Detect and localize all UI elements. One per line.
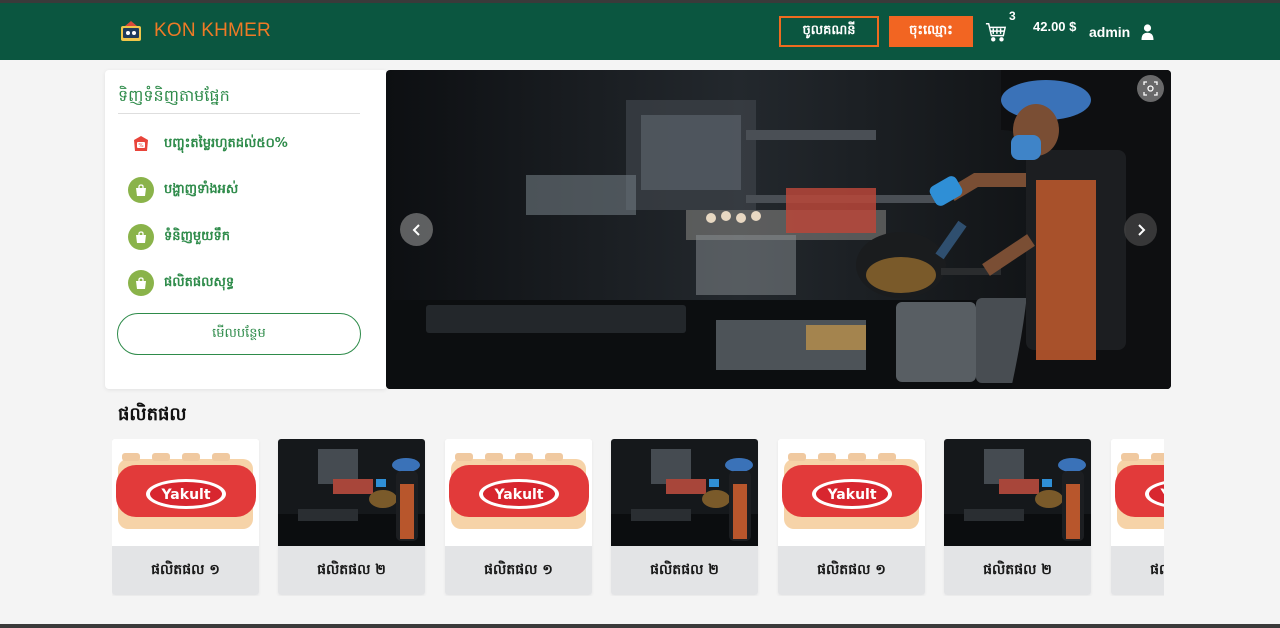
product-image-kitchen bbox=[944, 439, 1091, 546]
cart-icon[interactable] bbox=[985, 21, 1007, 43]
shopping-bag-icon bbox=[128, 177, 154, 203]
category-panel-title: ទិញទំនិញតាមផ្នែក bbox=[118, 86, 230, 105]
product-card[interactable]: ផលិតផល ២ bbox=[278, 439, 425, 595]
product-name: ផលិតផល ២ bbox=[611, 546, 758, 595]
svg-text:Yakult: Yakult bbox=[493, 487, 543, 503]
svg-text:Yakult: Yakult bbox=[160, 487, 210, 503]
shop-logo-icon bbox=[121, 21, 141, 41]
product-name: ផលិតផល ២ bbox=[278, 546, 425, 595]
user-name[interactable]: admin bbox=[1089, 24, 1130, 40]
product-card[interactable]: Yakult ផលិតផល ១ bbox=[445, 439, 592, 595]
product-image-yakult: Yakult bbox=[778, 439, 925, 546]
product-name: ផលិតផល ២ bbox=[944, 546, 1091, 595]
see-more-button[interactable]: មើលបន្ថែម bbox=[117, 313, 361, 355]
product-image-yakult: Yakult bbox=[112, 439, 259, 546]
chevron-left-icon bbox=[412, 223, 420, 236]
category-label: ផលិតផលសុទ្ធ bbox=[164, 274, 235, 290]
category-item-pure[interactable]: ផលិតផលសុទ្ធ bbox=[128, 270, 234, 296]
photo-scan-icon bbox=[1143, 81, 1158, 96]
cart-count-badge: 3 bbox=[1009, 9, 1016, 23]
account-balance: 42.00 $ bbox=[1033, 19, 1077, 34]
product-name: ផលិតផល ១ bbox=[445, 546, 592, 595]
product-name: ផលិតផល ១ bbox=[1111, 546, 1164, 595]
user-icon[interactable] bbox=[1141, 24, 1154, 40]
products-section-title: ផលិតផល bbox=[118, 404, 187, 425]
product-card[interactable]: Yakult ផលិតផល ១ bbox=[778, 439, 925, 595]
chevron-right-icon bbox=[1137, 223, 1145, 236]
category-panel: ទិញទំនិញតាមផ្នែក % បញ្ចុះតម្លៃរហូតដល់៥០%… bbox=[105, 70, 387, 389]
product-card[interactable]: ផលិតផល ២ bbox=[611, 439, 758, 595]
product-carousel: Yakult ផលិតផល ១ ផលិតផល ២ Yakult ផលិតផល ១… bbox=[112, 439, 1164, 596]
product-image-yakult: Yakult bbox=[1111, 439, 1164, 546]
product-name: ផលិតផល ១ bbox=[778, 546, 925, 595]
category-label: បញ្ចុះតម្លៃរហូតដល់៥០% bbox=[164, 135, 288, 151]
category-item-all[interactable]: បង្ហាញទាំងអស់ bbox=[128, 177, 238, 203]
svg-text:Yakult: Yakult bbox=[826, 487, 876, 503]
register-button[interactable]: ចុះឈ្មោះ bbox=[889, 16, 973, 47]
hero-carousel bbox=[386, 70, 1171, 389]
category-label: ទំនិញមួយទឹក bbox=[164, 228, 231, 244]
category-item-single[interactable]: ទំនិញមួយទឹក bbox=[128, 224, 230, 250]
product-card[interactable]: Yakult ផលិតផល ១ bbox=[1111, 439, 1164, 595]
shopping-bag-icon bbox=[128, 270, 154, 296]
svg-text:%: % bbox=[138, 143, 143, 149]
product-card[interactable]: Yakult ផលិតផល ១ bbox=[112, 439, 259, 595]
sale-tag-icon: % bbox=[128, 131, 154, 157]
product-image-kitchen bbox=[278, 439, 425, 546]
bottom-border bbox=[0, 624, 1280, 628]
shopping-bag-icon bbox=[128, 224, 154, 250]
product-name: ផលិតផល ១ bbox=[112, 546, 259, 595]
category-label: បង្ហាញទាំងអស់ bbox=[164, 181, 239, 197]
photo-scan-button[interactable] bbox=[1137, 75, 1164, 102]
product-image-kitchen bbox=[611, 439, 758, 546]
login-button[interactable]: ចូលគណនី bbox=[779, 16, 879, 47]
hero-image bbox=[386, 70, 1171, 389]
product-card[interactable]: ផលិតផល ២ bbox=[944, 439, 1091, 595]
svg-text:Yakult: Yakult bbox=[1159, 487, 1164, 503]
product-image-yakult: Yakult bbox=[445, 439, 592, 546]
brand[interactable]: KON KHMER bbox=[119, 19, 271, 43]
brand-name: KON KHMER bbox=[154, 20, 271, 41]
carousel-prev-button[interactable] bbox=[400, 213, 433, 246]
carousel-next-button[interactable] bbox=[1124, 213, 1157, 246]
category-item-sale[interactable]: % បញ្ចុះតម្លៃរហូតដល់៥០% bbox=[128, 131, 288, 157]
navbar: KON KHMER ចូលគណនី ចុះឈ្មោះ 3 42.00 $ adm… bbox=[0, 3, 1280, 60]
divider bbox=[118, 113, 360, 114]
